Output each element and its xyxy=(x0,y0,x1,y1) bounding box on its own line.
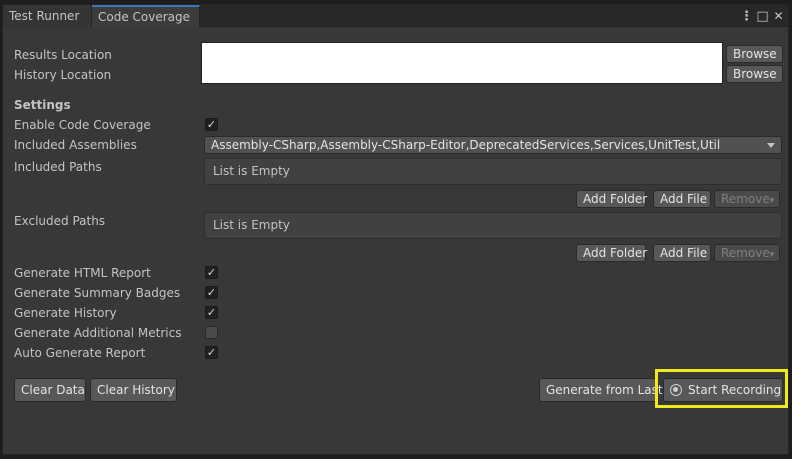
enable-code-coverage-checkbox[interactable]: ✓ xyxy=(205,118,218,131)
tab-code-coverage[interactable]: Code Coverage xyxy=(92,5,200,27)
excluded-paths-label: Excluded Paths xyxy=(14,214,106,228)
remove-label: Remove xyxy=(721,246,770,260)
highlight-box xyxy=(655,369,788,408)
enable-code-coverage-label: Enable Code Coverage xyxy=(14,118,151,132)
included-assemblies-value: Assembly-CSharp,Assembly-CSharp-Editor,D… xyxy=(211,138,721,152)
included-assemblies-label: Included Assemblies xyxy=(14,138,137,152)
included-add-file-button[interactable]: Add File xyxy=(653,190,711,208)
location-path-field[interactable] xyxy=(201,42,723,84)
included-remove-button[interactable]: Remove▾ xyxy=(714,190,780,208)
close-icon[interactable]: ✕ xyxy=(773,9,784,23)
settings-heading: Settings xyxy=(14,98,71,112)
maximize-icon[interactable]: □ xyxy=(756,9,768,24)
auto-generate-report-checkbox[interactable]: ✓ xyxy=(205,346,218,359)
generate-summary-badges-checkbox[interactable]: ✓ xyxy=(205,286,218,299)
generate-additional-metrics-checkbox[interactable] xyxy=(205,326,218,339)
history-location-label: History Location xyxy=(14,68,112,82)
generate-additional-metrics-label: Generate Additional Metrics xyxy=(14,326,182,340)
included-assemblies-dropdown[interactable]: Assembly-CSharp,Assembly-CSharp-Editor,D… xyxy=(204,136,782,154)
kebab-menu-icon[interactable]: ⋮ xyxy=(740,9,753,24)
history-browse-button[interactable]: Browse xyxy=(726,65,783,83)
dropdown-arrow-icon: ▾ xyxy=(769,196,775,206)
excluded-paths-list: List is Empty xyxy=(204,212,782,239)
included-paths-label: Included Paths xyxy=(14,160,102,174)
tab-test-runner[interactable]: Test Runner xyxy=(3,5,92,27)
window-controls: ⋮ □ ✕ xyxy=(740,7,784,25)
tab-bar: Test Runner Code Coverage ⋮ □ ✕ xyxy=(3,5,788,27)
excluded-remove-button[interactable]: Remove▾ xyxy=(714,244,780,262)
generate-html-report-label: Generate HTML Report xyxy=(14,266,151,280)
remove-label: Remove xyxy=(721,192,770,206)
auto-generate-report-label: Auto Generate Report xyxy=(14,346,146,360)
results-location-label: Results Location xyxy=(14,48,112,62)
clear-history-button[interactable]: Clear History xyxy=(90,378,177,402)
included-add-folder-button[interactable]: Add Folder xyxy=(576,190,647,208)
generate-history-label: Generate History xyxy=(14,306,117,320)
generate-from-last-button[interactable]: Generate from Last xyxy=(539,378,663,402)
included-paths-list: List is Empty xyxy=(204,158,782,185)
results-browse-button[interactable]: Browse xyxy=(726,45,783,63)
generate-history-checkbox[interactable]: ✓ xyxy=(205,306,218,319)
generate-html-report-checkbox[interactable]: ✓ xyxy=(205,266,218,279)
chevron-down-icon xyxy=(767,143,775,148)
generate-summary-badges-label: Generate Summary Badges xyxy=(14,286,181,300)
clear-data-button[interactable]: Clear Data xyxy=(14,378,86,402)
excluded-add-file-button[interactable]: Add File xyxy=(653,244,711,262)
excluded-add-folder-button[interactable]: Add Folder xyxy=(576,244,647,262)
dropdown-arrow-icon: ▾ xyxy=(769,250,775,260)
